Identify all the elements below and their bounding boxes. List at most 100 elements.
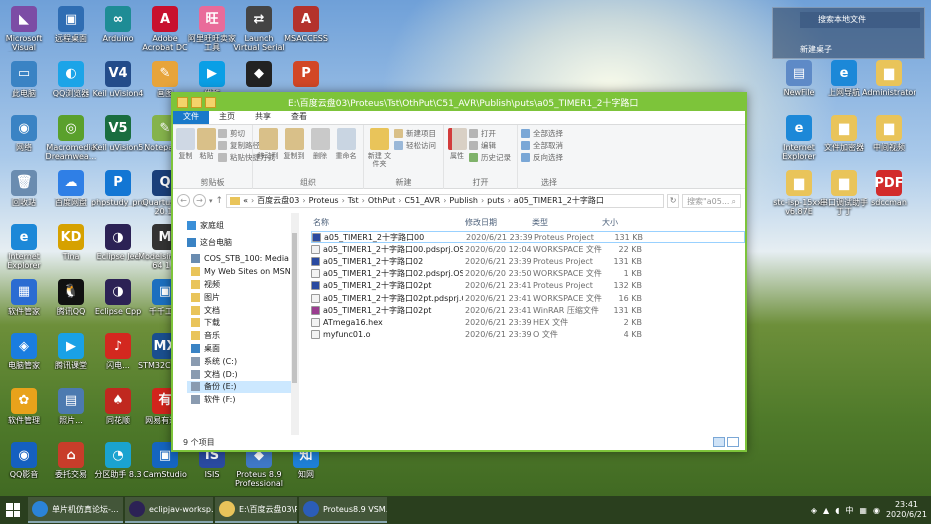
desktop-icon[interactable]: ◆ (232, 60, 286, 89)
column-type[interactable]: 类型 (530, 217, 600, 228)
nav-item[interactable]: 家庭组 (187, 219, 298, 232)
tab-share[interactable]: 共享 (245, 110, 281, 124)
ime-indicator[interactable]: 中 (845, 505, 853, 516)
desktop-icon[interactable]: V5 Keil uVision5 (91, 115, 145, 152)
back-button[interactable]: ← (177, 194, 190, 207)
breadcrumb-item[interactable]: Publish (449, 196, 478, 205)
select-none-button[interactable]: 全部取消 (521, 140, 563, 150)
refresh-button[interactable]: ↻ (667, 193, 680, 208)
desktop-icon[interactable]: A MSACCESS (279, 6, 333, 43)
taskbar-button[interactable]: Proteus8.9 VSM... (299, 497, 387, 523)
file-row[interactable]: a05_TIMER1_2十字路口02pt 2020/6/21 23:41 Prote… (311, 280, 745, 292)
shield-icon[interactable]: ◈ (811, 506, 817, 515)
up-button[interactable]: ↑ (216, 196, 224, 206)
breadcrumb-item[interactable]: C51_AVR (404, 196, 440, 205)
tab-home[interactable]: 主页 (209, 110, 245, 124)
folder-icon[interactable] (177, 97, 188, 108)
breadcrumb-item[interactable]: a05_TIMER1_2十字路口 (514, 196, 604, 205)
nav-item[interactable]: 这台电脑 (187, 236, 298, 249)
desktop-icon[interactable]: A Adobe Acrobat DC (138, 6, 192, 52)
search-input[interactable]: 搜索"a05... ⌕ (682, 193, 741, 208)
properties-icon[interactable] (191, 97, 202, 108)
start-button[interactable] (0, 496, 26, 524)
input-icon[interactable]: ▦ (859, 506, 867, 515)
desktop-icon[interactable]: P (279, 60, 333, 89)
desktop-icon[interactable]: V4 Keil uVision4 (91, 60, 145, 98)
network-icon[interactable]: ▲ (823, 506, 829, 515)
new-folder-icon[interactable] (205, 97, 216, 108)
tab-view[interactable]: 查看 (281, 110, 317, 124)
nav-item[interactable]: 下载 (187, 317, 298, 330)
nav-item[interactable]: 系统 (C:) (187, 355, 298, 368)
edit-button[interactable]: 编辑 (469, 140, 511, 150)
desktop-icon[interactable]: ◐ QQ浏览器 (44, 60, 98, 98)
forward-button[interactable]: → (193, 194, 206, 207)
breadcrumb-item[interactable]: OthPut (368, 196, 395, 205)
desktop-icon[interactable]: ▶ 腾讯课堂 (44, 333, 98, 370)
nav-scrollbar[interactable] (291, 213, 298, 435)
desktop-search-box[interactable]: 搜索本地文件 (800, 12, 920, 28)
file-row[interactable]: ATmega16.hex 2020/6/21 23:39 HEX 文件 2 KB (311, 316, 745, 328)
desktop-icon[interactable]: PDF sdccman (862, 170, 916, 207)
nav-item[interactable]: 桌面 (187, 342, 298, 355)
file-row[interactable]: a05_TIMER1_2十字路口02.pdsprj.OS-... 2020/6/2… (311, 268, 745, 280)
desktop-icon[interactable]: ▆ Administrator (862, 60, 916, 97)
desktop-icon[interactable]: ◑ Eclipse Jee (91, 224, 145, 261)
nav-item[interactable]: COS_STB_100: Media Serv (187, 253, 298, 266)
file-row[interactable]: a05_TIMER1_2十字路口02 2020/6/21 23:39 Proteus… (311, 255, 745, 267)
recent-dropdown-icon[interactable]: ▾ (209, 197, 213, 205)
desktop-icon[interactable]: ♪ 闪电... (91, 333, 145, 370)
nav-item[interactable]: 备份 (E:) (187, 380, 298, 394)
desktop-icon[interactable]: ⌂ 委托交易 (44, 442, 98, 479)
taskbar-button[interactable]: 单片机仿真论坛-... (28, 497, 123, 523)
nav-item[interactable]: 软件 (F:) (187, 393, 298, 406)
nav-item[interactable]: 图片 (187, 291, 298, 304)
column-name[interactable]: 名称 (311, 217, 463, 228)
desktop-icon[interactable]: ⇄ Launch Virtual Serial Po... (232, 6, 286, 52)
easy-access-button[interactable]: 轻松访问 (394, 140, 436, 150)
history-button[interactable]: 历史记录 (469, 152, 511, 162)
open-button[interactable]: 打开 (469, 128, 511, 138)
user-icon[interactable]: ◉ (873, 506, 880, 515)
desktop-icon[interactable]: ▤ 照片... (44, 387, 98, 425)
desktop-icon[interactable]: ◑ Eclipse Cpp (91, 278, 145, 316)
file-row[interactable]: a05_TIMER1_2十字路口00.pdsprj.OS-... 2020/6/2… (311, 243, 745, 255)
file-row[interactable]: a05_TIMER1_2十字路口00 2020/6/21 23:39 Proteus… (311, 231, 745, 244)
desktop-icon[interactable]: ☁ 百度网盘 (44, 169, 98, 207)
nav-item[interactable]: 文档 (187, 304, 298, 317)
nav-item[interactable]: 文档 (D:) (187, 368, 298, 381)
select-all-button[interactable]: 全部选择 (521, 128, 563, 138)
title-bar[interactable]: E:\百度云盘03\Proteus\Tst\OthPut\C51_AVR\Pub… (173, 94, 745, 111)
tab-file[interactable]: 文件 (173, 110, 209, 124)
desktop-icon[interactable]: ▆ 中间视频 (862, 115, 916, 152)
file-row[interactable]: a05_TIMER1_2十字路口02pt.pdsprj.O... 2020/6/2… (311, 292, 745, 304)
desktop-icon[interactable]: KD Tina (44, 224, 98, 261)
desktop-icon[interactable]: ◔ 分区助手 8.3 (91, 442, 145, 479)
invert-selection-button[interactable]: 反向选择 (521, 152, 563, 162)
desktop-icon[interactable]: ▣ 远程桌面 (44, 6, 98, 43)
nav-item[interactable]: My Web Sites on MSN (187, 265, 298, 278)
file-row[interactable]: myfunc01.o 2020/6/21 23:39 O 文件 4 KB (311, 329, 745, 341)
nav-item[interactable]: 音乐 (187, 329, 298, 342)
address-bar[interactable]: « › 百度云盘03 › Proteus › Tst › OthPut › C51_AVR › Pub… (226, 193, 665, 208)
desktop-icon[interactable]: Pphpstudy_pro (91, 169, 145, 207)
details-view-icon[interactable] (713, 437, 725, 447)
taskbar-button[interactable]: E:\百度云盘03\Pr... (215, 497, 297, 523)
nav-scrollbar-thumb[interactable] (292, 233, 297, 383)
breadcrumb-item[interactable]: 百度云盘03 (257, 196, 299, 205)
nav-item[interactable]: 视频 (187, 278, 298, 291)
navigation-pane[interactable]: 家庭组这台电脑 COS_STB_100: Media Serv My Web Sit… (173, 213, 299, 435)
explorer-window[interactable]: E:\百度云盘03\Proteus\Tst\OthPut\C51_AVR\Pub… (171, 92, 747, 452)
breadcrumb-item[interactable]: puts (487, 196, 504, 205)
breadcrumb-item[interactable]: Proteus (309, 196, 339, 205)
large-icons-view-icon[interactable] (727, 437, 739, 447)
desktop-icon[interactable]: ◎ Macromedia Dreamwea... (44, 115, 98, 161)
column-date[interactable]: 修改日期 (463, 217, 530, 228)
desktop-icon[interactable]: 🐧 腾讯QQ (44, 278, 98, 316)
desktop-icon[interactable]: ∞ Arduino (91, 6, 145, 43)
column-size[interactable]: 大小 (600, 217, 642, 228)
file-row[interactable]: a05_TIMER1_2十字路口02pt 2020/6/21 23:41 WinRA… (311, 304, 745, 316)
clock[interactable]: 23:41 2020/6/21 (886, 500, 927, 520)
new-item-button[interactable]: 新建项目 (394, 128, 436, 138)
volume-icon[interactable]: ◖ (835, 506, 839, 515)
